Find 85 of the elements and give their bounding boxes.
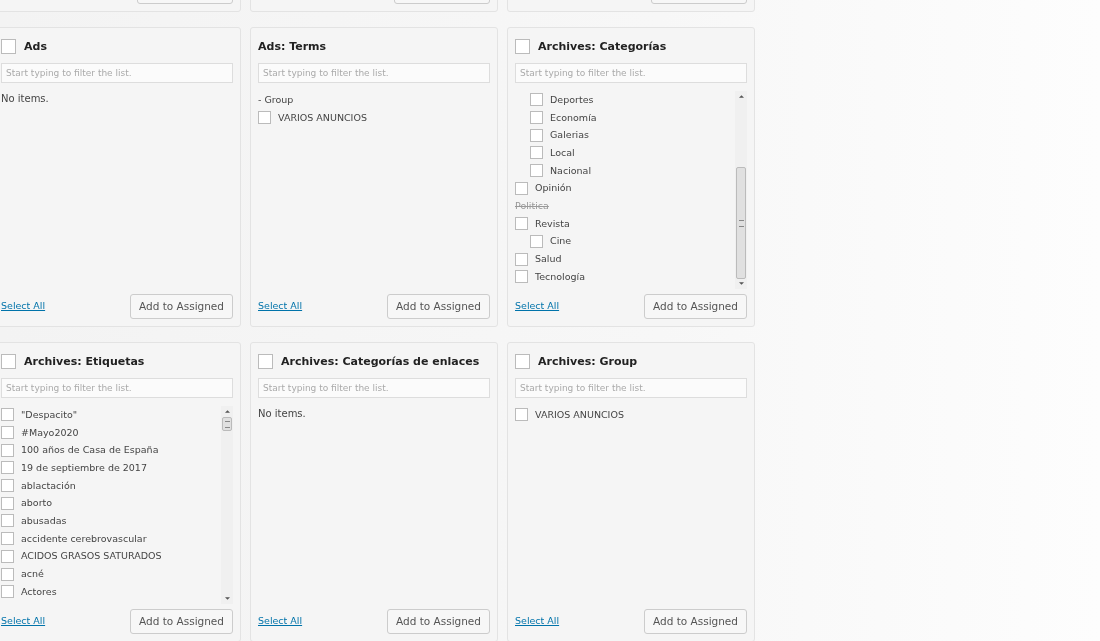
- checkbox[interactable]: [1, 514, 14, 528]
- item-label: "Despacito": [21, 408, 78, 421]
- item-label: aborto: [21, 497, 53, 510]
- checkbox[interactable]: [1, 353, 16, 369]
- checkbox[interactable]: [258, 353, 273, 369]
- checkbox[interactable]: [530, 111, 543, 125]
- item-label: VARIOS ANUNCIOS: [535, 408, 624, 421]
- item-label: Revista: [535, 217, 570, 230]
- checkbox[interactable]: [530, 164, 543, 178]
- item-label: Actores: [21, 585, 57, 598]
- item-label: Galerias: [550, 129, 589, 142]
- checkbox[interactable]: [515, 270, 528, 284]
- item-label: Salud: [535, 253, 562, 266]
- select-all-link[interactable]: Select All: [1, 299, 46, 311]
- panel-title: Archives: Categorías: [538, 39, 667, 53]
- checkbox[interactable]: [1, 549, 14, 563]
- add-to-assigned-button[interactable]: Add to Assigned: [129, 293, 233, 319]
- checkbox[interactable]: [515, 181, 528, 195]
- filter-field[interactable]: Start typing to filter the list.: [258, 63, 490, 83]
- item-label: Economía: [550, 111, 597, 124]
- add-to-assigned-button[interactable]: Add to Assigned: [643, 293, 747, 319]
- item-label: ACIDOS GRASOS SATURADOS: [21, 550, 162, 563]
- select-all-link[interactable]: Select All: [515, 614, 560, 626]
- item-label: acné: [21, 568, 44, 581]
- scroll-down-icon[interactable]: [224, 597, 230, 600]
- checkbox[interactable]: [515, 252, 528, 266]
- item-label: Deportes: [550, 93, 594, 106]
- checkbox[interactable]: [1, 567, 14, 581]
- select-all-link[interactable]: Select All: [258, 299, 303, 311]
- filter-field[interactable]: Start typing to filter the list.: [258, 378, 490, 398]
- panel-title: Ads: [24, 39, 47, 53]
- item-label: 100 años de Casa de España: [21, 444, 159, 457]
- checkbox[interactable]: [1, 408, 14, 422]
- scrollbar[interactable]: [221, 406, 233, 604]
- checkbox[interactable]: [530, 128, 543, 142]
- checkbox[interactable]: [515, 353, 530, 369]
- filter-field[interactable]: Start typing to filter the list.: [515, 378, 747, 398]
- item-label: abusadas: [21, 514, 67, 527]
- item-label: VARIOS ANUNCIOS: [278, 111, 367, 124]
- item-label: ablactación: [21, 479, 76, 492]
- checkbox[interactable]: [515, 217, 528, 231]
- item-label: 19 de septiembre de 2017: [21, 461, 147, 474]
- select-all-link[interactable]: Select All: [258, 614, 303, 626]
- filter-field[interactable]: Start typing to filter the list.: [515, 63, 747, 83]
- panel-title: Archives: Etiquetas: [24, 354, 145, 368]
- filter-field[interactable]: Start typing to filter the list.: [1, 378, 233, 398]
- empty-message: No items.: [1, 93, 50, 104]
- checkbox[interactable]: [1, 426, 14, 440]
- item-label: Cine: [550, 235, 572, 248]
- checkbox[interactable]: [1, 461, 14, 475]
- scroll-up-icon[interactable]: [738, 95, 744, 98]
- empty-message: No items.: [258, 408, 307, 419]
- checkbox[interactable]: [1, 38, 16, 54]
- item-label: Tecnología: [535, 270, 586, 283]
- select-all-link[interactable]: Select All: [515, 299, 560, 311]
- item-label: Politica: [515, 199, 549, 212]
- scrollbar[interactable]: [735, 91, 747, 289]
- group-heading: - Group: [258, 93, 294, 106]
- add-to-assigned-button[interactable]: Add to Assigned: [386, 608, 490, 634]
- select-all-link[interactable]: Select All: [1, 614, 46, 626]
- checkbox[interactable]: [1, 443, 14, 457]
- checkbox[interactable]: [530, 234, 543, 248]
- scroll-down-icon[interactable]: [738, 282, 744, 285]
- panel-title: Archives: Categorías de enlaces: [281, 354, 480, 368]
- item-label: #Mayo2020: [21, 426, 79, 439]
- checkbox[interactable]: [530, 146, 543, 160]
- item-label: Nacional: [550, 164, 592, 177]
- scroll-up-icon[interactable]: [224, 410, 230, 413]
- filter-field[interactable]: Start typing to filter the list.: [1, 63, 233, 83]
- checkbox[interactable]: [515, 38, 530, 54]
- checkbox[interactable]: [1, 479, 14, 493]
- add-to-assigned-button[interactable]: Add to Assigned: [386, 293, 490, 319]
- checkbox[interactable]: [530, 93, 543, 107]
- panel-title: Archives: Group: [538, 354, 638, 368]
- checkbox[interactable]: [1, 585, 14, 599]
- checkbox[interactable]: [1, 532, 14, 546]
- item-label: accidente cerebrovascular: [21, 532, 147, 545]
- checkbox[interactable]: [1, 496, 14, 510]
- checkbox[interactable]: [515, 408, 528, 422]
- add-to-assigned-button[interactable]: Add to Assigned: [129, 608, 233, 634]
- item-label: Opinión: [535, 182, 572, 195]
- panel-title: Ads: Terms: [258, 39, 327, 53]
- item-label: Local: [550, 146, 575, 159]
- add-to-assigned-button[interactable]: Add to Assigned: [643, 608, 747, 634]
- checkbox[interactable]: [258, 111, 271, 125]
